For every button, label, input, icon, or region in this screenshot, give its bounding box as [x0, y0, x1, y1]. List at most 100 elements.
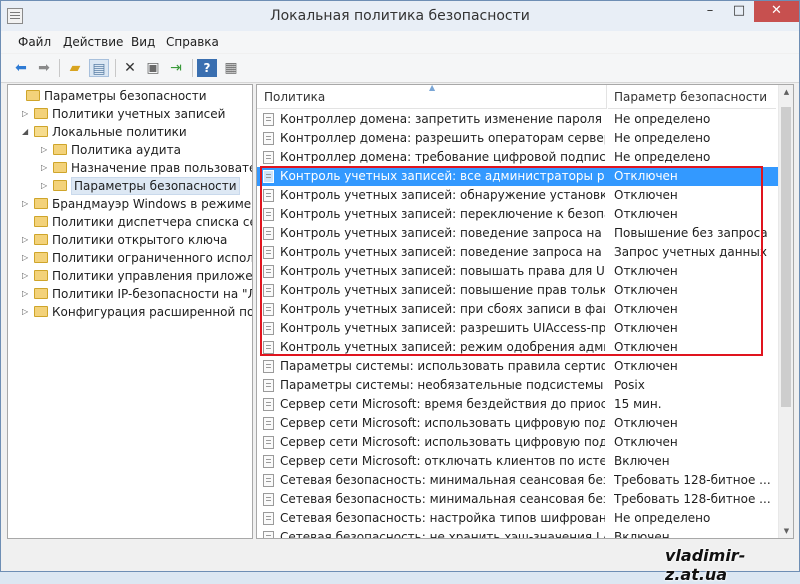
tree-item[interactable]: ▷ Политики учетных записей: [8, 105, 252, 123]
folder-icon: [34, 252, 48, 263]
scroll-down-icon[interactable]: ▼: [779, 524, 793, 538]
menu-view[interactable]: Вид: [131, 35, 155, 49]
table-row[interactable]: Параметры системы: использовать правила …: [257, 357, 778, 376]
table-row[interactable]: Контроллер домена: требование цифровой п…: [257, 148, 778, 167]
tree-item[interactable]: ▷ Политика аудита: [8, 141, 252, 159]
policy-icon: [263, 170, 274, 183]
collapsed-icon[interactable]: ▷: [41, 159, 47, 177]
table-row[interactable]: Сервер сети Microsoft: использовать цифр…: [257, 433, 778, 452]
policy-icon: [263, 455, 274, 468]
up-folder-icon[interactable]: ▰: [65, 59, 85, 77]
minimize-button[interactable]: –: [696, 1, 724, 22]
policy-name: Контроль учетных записей: разрешить UIAc…: [280, 321, 605, 335]
policy-icon: [263, 512, 274, 525]
table-row[interactable]: Контроль учетных записей: переключение к…: [257, 205, 778, 224]
scroll-thumb[interactable]: [781, 107, 791, 407]
table-row[interactable]: Контроль учетных записей: повышение прав…: [257, 281, 778, 300]
table-row[interactable]: Сетевая безопасность: настройка типов ши…: [257, 509, 778, 528]
column-header-policy[interactable]: Политика ▲: [257, 85, 607, 109]
policy-setting: Требовать 128-битное ...: [614, 473, 771, 487]
tree-item[interactable]: ▷ Параметры безопасности: [8, 177, 252, 195]
folder-icon: [53, 144, 67, 155]
collapsed-icon[interactable]: ▷: [22, 249, 28, 267]
collapsed-icon[interactable]: ▷: [22, 105, 28, 123]
help-icon[interactable]: ?: [197, 59, 217, 77]
table-row[interactable]: Контроллер домена: запретить изменение п…: [257, 110, 778, 129]
tree-item[interactable]: Параметры безопасности: [8, 87, 252, 105]
policy-setting: Отключен: [614, 302, 678, 316]
table-row[interactable]: Контроль учетных записей: режим одобрени…: [257, 338, 778, 357]
folder-icon: [34, 198, 48, 209]
table-row[interactable]: Контроль учетных записей: повышать права…: [257, 262, 778, 281]
table-row[interactable]: Контроль учетных записей: разрешить UIAc…: [257, 319, 778, 338]
table-row[interactable]: Контроль учетных записей: поведение запр…: [257, 243, 778, 262]
properties-icon[interactable]: ▣: [143, 59, 163, 77]
collapsed-icon[interactable]: ▷: [22, 303, 28, 321]
collapsed-icon[interactable]: ▷: [22, 267, 28, 285]
tree-item[interactable]: ◢ Локальные политики: [8, 123, 252, 141]
folder-icon: [34, 234, 48, 245]
folder-icon: [34, 306, 48, 317]
policy-icon: [263, 360, 274, 373]
policy-name: Контроль учетных записей: все администра…: [280, 169, 605, 183]
collapsed-icon[interactable]: ▷: [22, 231, 28, 249]
table-row[interactable]: Сетевая безопасность: не хранить хэш-зна…: [257, 528, 778, 538]
folder-icon: [53, 180, 67, 191]
tree-item[interactable]: ▷ Конфигурация расширенной полит: [8, 303, 252, 321]
title-bar[interactable]: Локальная политика безопасности – □ ✕: [1, 1, 799, 31]
collapsed-icon[interactable]: ▷: [41, 177, 47, 195]
menu-file[interactable]: Файл: [18, 35, 51, 49]
policy-name: Сетевая безопасность: настройка типов ши…: [280, 511, 605, 525]
console-icon[interactable]: ▦: [221, 59, 241, 77]
policy-setting: Отключен: [614, 321, 678, 335]
collapsed-icon[interactable]: ▷: [22, 195, 28, 213]
forward-icon[interactable]: ➡: [34, 59, 54, 77]
menu-help[interactable]: Справка: [166, 35, 219, 49]
policy-name: Контроллер домена: разрешить операторам …: [280, 131, 605, 145]
policy-icon: [263, 189, 274, 202]
policy-name: Сетевая безопасность: минимальная сеансо…: [280, 492, 605, 506]
tree-item[interactable]: ▷ Политики управления приложения: [8, 267, 252, 285]
menu-action[interactable]: Действие: [63, 35, 123, 49]
policy-name: Сетевая безопасность: минимальная сеансо…: [280, 473, 605, 487]
back-icon[interactable]: ⬅: [11, 59, 31, 77]
table-row[interactable]: Контроль учетных записей: все администра…: [257, 167, 778, 186]
vertical-scrollbar[interactable]: ▲ ▼: [778, 85, 793, 538]
policy-icon: [263, 493, 274, 506]
policy-icon: [263, 132, 274, 145]
delete-icon[interactable]: ✕: [120, 59, 140, 77]
tree-item[interactable]: ▷ Политики IP-безопасности на "Лока: [8, 285, 252, 303]
tree-item[interactable]: ▷ Политики открытого ключа: [8, 231, 252, 249]
tree-item[interactable]: ▷ Политики ограниченного использо: [8, 249, 252, 267]
policy-name: Сервер сети Microsoft: отключать клиенто…: [280, 454, 605, 468]
policy-setting: Не определено: [614, 150, 711, 164]
table-row[interactable]: Контроль учетных записей: обнаружение ус…: [257, 186, 778, 205]
tree-item[interactable]: ▷ Назначение прав пользователя: [8, 159, 252, 177]
policy-icon: [263, 227, 274, 240]
table-row[interactable]: Сетевая безопасность: минимальная сеансо…: [257, 490, 778, 509]
policy-list[interactable]: Политика ▲ Параметр безопасности Контрол…: [256, 84, 794, 539]
collapsed-icon[interactable]: ▷: [22, 285, 28, 303]
export-icon[interactable]: ⇥: [166, 59, 186, 77]
navigation-tree[interactable]: Параметры безопасности ▷ Политики учетных …: [7, 84, 253, 539]
policy-setting: Запрос учетных данных: [614, 245, 767, 259]
scroll-up-icon[interactable]: ▲: [779, 85, 793, 99]
table-row[interactable]: Сервер сети Microsoft: отключать клиенто…: [257, 452, 778, 471]
table-row[interactable]: Сетевая безопасность: минимальная сеансо…: [257, 471, 778, 490]
table-row[interactable]: Параметры системы: необязательные подсис…: [257, 376, 778, 395]
show-tree-icon[interactable]: ▤: [89, 59, 109, 77]
table-row[interactable]: Сервер сети Microsoft: время бездействия…: [257, 395, 778, 414]
expanded-icon[interactable]: ◢: [22, 123, 28, 141]
tree-item[interactable]: Политики диспетчера списка сетей: [8, 213, 252, 231]
tree-item[interactable]: ▷ Брандмауэр Windows в режиме пов: [8, 195, 252, 213]
column-header-setting[interactable]: Параметр безопасности: [608, 85, 776, 109]
table-row[interactable]: Сервер сети Microsoft: использовать цифр…: [257, 414, 778, 433]
close-button[interactable]: ✕: [754, 1, 799, 22]
table-row[interactable]: Контроль учетных записей: поведение запр…: [257, 224, 778, 243]
maximize-button[interactable]: □: [725, 1, 753, 22]
table-row[interactable]: Контроллер домена: разрешить операторам …: [257, 129, 778, 148]
table-row[interactable]: Контроль учетных записей: при сбоях запи…: [257, 300, 778, 319]
policy-setting: Отключен: [614, 264, 678, 278]
policy-setting: Отключен: [614, 169, 678, 183]
collapsed-icon[interactable]: ▷: [41, 141, 47, 159]
